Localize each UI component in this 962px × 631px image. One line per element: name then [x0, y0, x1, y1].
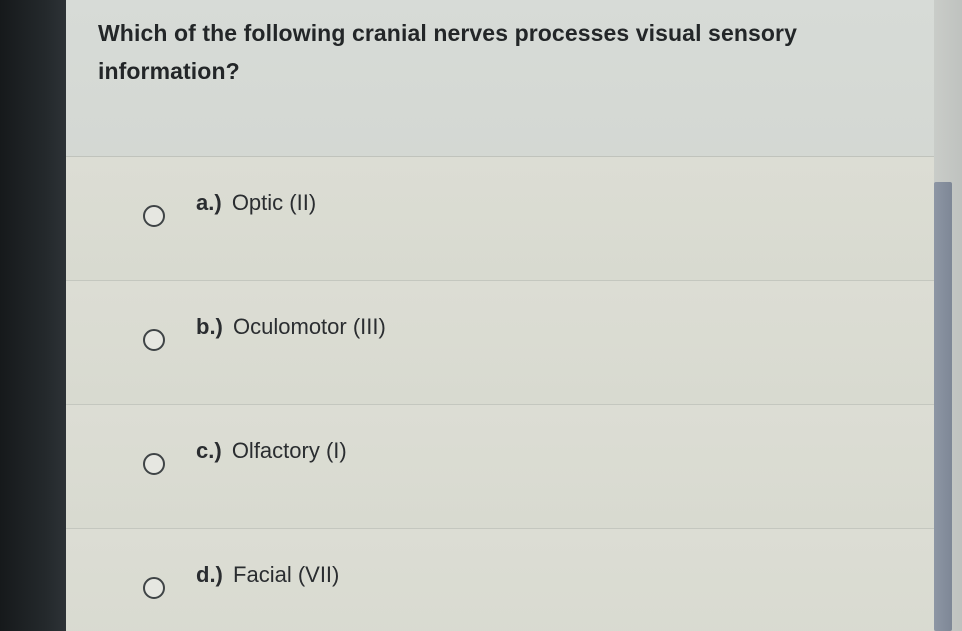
option-d-text: Facial (VII)	[233, 562, 340, 587]
answer-options: a.) Optic (II) b.) Oculomotor (III) c.) …	[66, 157, 934, 631]
option-a[interactable]: a.) Optic (II)	[66, 157, 934, 281]
radio-button-d[interactable]	[143, 577, 165, 599]
option-c-label[interactable]: c.) Olfactory (I)	[196, 438, 347, 464]
option-b[interactable]: b.) Oculomotor (III)	[66, 281, 934, 405]
option-b-label[interactable]: b.) Oculomotor (III)	[196, 314, 386, 340]
question-area: Which of the following cranial nerves pr…	[66, 0, 934, 157]
option-c-letter: c.)	[196, 438, 222, 463]
monitor-bezel	[0, 0, 66, 631]
option-d-label[interactable]: d.) Facial (VII)	[196, 562, 339, 588]
radio-button-c[interactable]	[143, 453, 165, 475]
radio-button-b[interactable]	[143, 329, 165, 351]
option-a-text: Optic (II)	[231, 190, 317, 215]
option-c-text: Olfactory (I)	[231, 438, 347, 463]
option-d-letter: d.)	[196, 562, 223, 587]
screen: Which of the following cranial nerves pr…	[0, 0, 962, 631]
radio-button-a[interactable]	[143, 205, 165, 227]
option-a-letter: a.)	[196, 190, 222, 215]
option-c[interactable]: c.) Olfactory (I)	[66, 405, 934, 529]
scrollbar-thumb[interactable]	[934, 182, 952, 631]
option-b-letter: b.)	[196, 314, 223, 339]
option-d[interactable]: d.) Facial (VII)	[66, 529, 934, 631]
question-text: Which of the following cranial nerves pr…	[98, 20, 797, 84]
option-a-label[interactable]: a.) Optic (II)	[196, 190, 316, 216]
option-b-text: Oculomotor (III)	[233, 314, 386, 339]
quiz-panel: Which of the following cranial nerves pr…	[66, 0, 934, 631]
